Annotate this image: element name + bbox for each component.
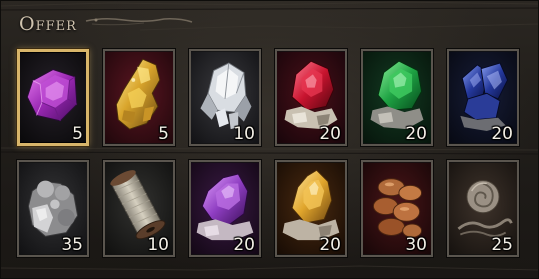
item-quantity: 30 [405,235,427,255]
offer-panel: Offer 5 5 10 20 20 20 35 10 20 20 30 25 [0,0,539,279]
item-slot-thread-spool[interactable]: 10 [103,160,175,257]
item-quantity: 10 [233,124,255,144]
item-quantity: 5 [72,124,83,144]
item-slot-sapphire-cluster[interactable]: 20 [447,49,519,146]
item-slot-amethyst-crystal[interactable]: 20 [189,160,261,257]
item-slot-quartz-crystal[interactable]: 10 [189,49,261,146]
item-slot-linen-bundle[interactable]: 25 [447,160,519,257]
item-quantity: 20 [491,124,513,144]
item-quantity: 25 [491,235,513,255]
item-quantity: 20 [405,124,427,144]
item-quantity: 5 [158,124,169,144]
item-quantity: 20 [319,124,341,144]
item-slot-amethyst-gem[interactable]: 5 [17,49,89,146]
title-flourish [85,17,193,26]
item-quantity: 20 [319,235,341,255]
item-slot-citrine-crystal[interactable]: 20 [275,160,347,257]
item-quantity: 20 [233,235,255,255]
item-slot-silver-ore[interactable]: 35 [17,160,89,257]
item-slot-emerald-crystal[interactable]: 20 [361,49,433,146]
item-slot-ruby-crystal[interactable]: 20 [275,49,347,146]
panel-title: Offer [19,13,77,35]
item-slot-copper-ore[interactable]: 30 [361,160,433,257]
item-quantity: 10 [147,235,169,255]
item-quantity: 35 [61,235,83,255]
item-slot-gold-ore[interactable]: 5 [103,49,175,146]
